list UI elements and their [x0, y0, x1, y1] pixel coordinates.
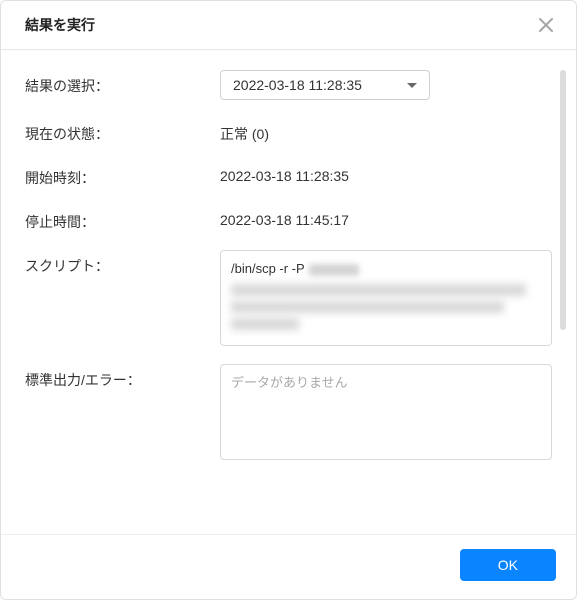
select-result-label: 結果の選択： [25, 70, 220, 96]
status-value: 正常 (0) [220, 118, 552, 144]
output-textbox[interactable]: データがありません [220, 364, 552, 460]
redacted-content [231, 318, 299, 330]
start-time-label: 開始時刻： [25, 162, 220, 188]
script-label: スクリプト： [25, 250, 220, 276]
row-status: 現在の状態： 正常 (0) [25, 118, 552, 144]
dialog-body: 結果の選択： 2022-03-18 11:28:35 現在の状態： 正常 (0)… [1, 50, 576, 534]
close-icon [539, 18, 553, 32]
scrollbar-thumb[interactable] [560, 70, 566, 330]
row-start-time: 開始時刻： 2022-03-18 11:28:35 [25, 162, 552, 188]
dialog-title: 結果を実行 [25, 15, 95, 35]
row-script: スクリプト： /bin/scp -r -P [25, 250, 552, 346]
redacted-content [231, 301, 504, 313]
stop-time-value: 2022-03-18 11:45:17 [220, 206, 552, 228]
status-label: 現在の状態： [25, 118, 220, 144]
row-select-result: 結果の選択： 2022-03-18 11:28:35 [25, 70, 552, 100]
output-label: 標準出力/エラー： [25, 364, 220, 390]
row-stop-time: 停止時間： 2022-03-18 11:45:17 [25, 206, 552, 232]
close-button[interactable] [536, 15, 556, 35]
redacted-content [231, 284, 526, 296]
scrollbar[interactable] [560, 70, 566, 330]
script-textbox[interactable]: /bin/scp -r -P [220, 250, 552, 346]
script-content-prefix: /bin/scp -r -P [231, 261, 305, 276]
dialog-header: 結果を実行 [1, 1, 576, 50]
chevron-down-icon [407, 83, 417, 88]
select-result-dropdown[interactable]: 2022-03-18 11:28:35 [220, 70, 430, 100]
select-result-value: 2022-03-18 11:28:35 [233, 77, 362, 93]
dialog-footer: OK [1, 534, 576, 599]
stop-time-label: 停止時間： [25, 206, 220, 232]
redacted-content [309, 264, 359, 276]
start-time-value: 2022-03-18 11:28:35 [220, 162, 552, 184]
run-result-dialog: 結果を実行 結果の選択： 2022-03-18 11:28:35 現在の状態： … [0, 0, 577, 600]
row-output: 標準出力/エラー： データがありません [25, 364, 552, 460]
ok-button[interactable]: OK [460, 549, 556, 581]
